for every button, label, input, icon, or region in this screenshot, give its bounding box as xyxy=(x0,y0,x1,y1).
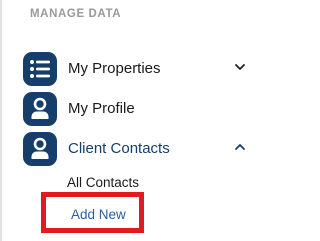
nav-item-label: Client Contacts xyxy=(68,140,170,157)
nav-item-label: My Profile xyxy=(68,100,135,117)
nav-item-my-properties[interactable]: My Properties xyxy=(23,52,249,86)
submenu-item-add-new[interactable]: Add New xyxy=(71,207,126,222)
sidebar-left-border xyxy=(0,0,2,241)
nav-item-client-contacts[interactable]: Client Contacts xyxy=(23,132,249,166)
submenu-item-all-contacts[interactable]: All Contacts xyxy=(67,175,139,190)
chevron-up-icon[interactable] xyxy=(233,140,247,154)
list-icon xyxy=(23,52,57,86)
user-icon xyxy=(23,132,57,166)
section-title: MANAGE DATA xyxy=(30,8,122,20)
user-icon xyxy=(23,92,57,126)
nav-item-label: My Properties xyxy=(68,60,161,77)
nav-item-my-profile[interactable]: My Profile xyxy=(23,92,249,126)
chevron-down-icon[interactable] xyxy=(233,60,247,74)
